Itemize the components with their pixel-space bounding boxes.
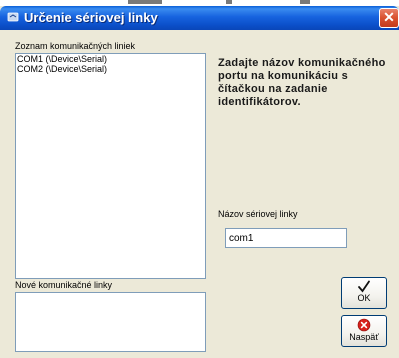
checkmark-icon bbox=[358, 280, 370, 293]
desktop-edge-mark bbox=[128, 0, 162, 4]
ports-list-label: Zoznam komunikačných liniek bbox=[15, 41, 136, 51]
close-button[interactable]: ✕ bbox=[379, 8, 399, 28]
desktop-edge-mark bbox=[300, 0, 310, 4]
instruction-text: Zadajte názov komunikačného portu na kom… bbox=[218, 57, 386, 108]
red-x-circle-icon bbox=[357, 318, 371, 332]
desktop-edge-mark bbox=[226, 0, 232, 4]
window-app-icon bbox=[7, 12, 19, 22]
window-title: Určenie sériovej linky bbox=[24, 10, 158, 25]
list-item[interactable]: COM1 (\Device\Serial) bbox=[16, 54, 205, 64]
ok-button[interactable]: OK bbox=[341, 277, 387, 309]
title-bar[interactable]: Určenie sériovej linky ✕ bbox=[0, 6, 399, 30]
serial-name-label: Názov sériovej linky bbox=[218, 209, 298, 219]
ok-button-label: OK bbox=[357, 293, 371, 303]
list-item[interactable]: COM2 (\Device\Serial) bbox=[16, 64, 205, 74]
new-lines-list[interactable] bbox=[15, 292, 206, 352]
back-button[interactable]: Naspäť bbox=[341, 315, 387, 347]
serial-name-input[interactable] bbox=[225, 228, 347, 248]
close-icon: ✕ bbox=[383, 9, 395, 25]
dialog-window: Určenie sériovej linky ✕ Zoznam komunika… bbox=[0, 6, 399, 358]
back-button-label: Naspäť bbox=[349, 332, 379, 342]
ports-list[interactable]: COM1 (\Device\Serial) COM2 (\Device\Seri… bbox=[15, 53, 206, 279]
new-lines-label: Nové komunikačné linky bbox=[15, 280, 113, 290]
